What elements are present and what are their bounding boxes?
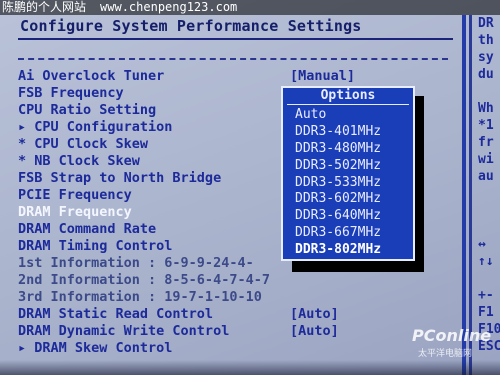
help-text: DR — [478, 16, 494, 31]
options-list: Auto DDR3-401MHz DDR3-480MHz DDR3-502MHz… — [295, 106, 381, 258]
option-ddr3-502mhz[interactable]: DDR3-502MHz — [295, 157, 381, 174]
help-text — [478, 83, 500, 100]
menu-item-fsb-frequency[interactable]: FSB Frequency — [18, 85, 124, 102]
ai-overclock-tuner-value[interactable]: [Manual] — [290, 68, 355, 85]
menu-item-dram-frequency[interactable]: DRAM Frequency — [18, 204, 132, 221]
pconline-logo-subtitle: 太平洋电脑网 — [418, 349, 473, 359]
help-panel: DR th sy du Wh *1 fr wi au ↔ ↑↓ +- F1 F1… — [478, 15, 500, 375]
menu-item-cpu-configuration[interactable]: ▸ CPU Configuration — [18, 119, 172, 136]
help-text: th — [478, 33, 494, 48]
screen-glare — [0, 360, 500, 375]
option-auto[interactable]: Auto — [295, 106, 381, 123]
watermark-url: www.chenpeng123.com — [100, 0, 238, 14]
help-text: *1 — [478, 118, 494, 133]
menu-item-nb-clock-skew[interactable]: * NB Clock Skew — [18, 153, 140, 170]
help-text — [478, 185, 500, 202]
help-text: sy — [478, 50, 494, 65]
option-ddr3-480mhz[interactable]: DDR3-480MHz — [295, 140, 381, 157]
option-ddr3-667mhz[interactable]: DDR3-667MHz — [295, 224, 381, 241]
menu-item-cpu-ratio-setting[interactable]: CPU Ratio Setting — [18, 102, 156, 119]
option-ddr3-602mhz[interactable]: DDR3-602MHz — [295, 190, 381, 207]
key-hint-arrows-ud: ↑↓ — [478, 254, 494, 269]
help-text: fr — [478, 135, 494, 150]
panel-divider — [462, 15, 466, 375]
menu-item-dram-command-rate[interactable]: DRAM Command Rate — [18, 221, 156, 238]
help-text: au — [478, 169, 494, 184]
menu-item-dram-dynamic-write-control[interactable]: DRAM Dynamic Write Control — [18, 323, 229, 340]
option-ddr3-533mhz[interactable]: DDR3-533MHz — [295, 174, 381, 191]
help-text: wi — [478, 152, 494, 167]
help-text: Wh — [478, 101, 494, 116]
info-line-1st: 1st Information : 6-9-9-24-4- — [18, 255, 254, 271]
help-text — [478, 202, 500, 219]
dram-dynamic-write-control-value[interactable]: [Auto] — [290, 323, 339, 340]
pconline-logo: PConline — [412, 326, 492, 345]
menu-item-dram-skew-control[interactable]: ▸ DRAM Skew Control — [18, 340, 172, 357]
menu-item-ai-overclock-tuner[interactable]: Ai Overclock Tuner — [18, 68, 164, 85]
option-ddr3-802mhz[interactable]: DDR3-802MHz — [295, 241, 381, 258]
options-popup: Options Auto DDR3-401MHz DDR3-480MHz DDR… — [281, 86, 415, 261]
key-hint-plus-minus: +- — [478, 288, 494, 303]
watermark-site-name: 陈鹏的个人网站 — [2, 0, 87, 14]
dram-static-read-control-value[interactable]: [Auto] — [290, 306, 339, 323]
info-line-3rd: 3rd Information : 19-7-1-10-10 — [18, 289, 262, 305]
option-ddr3-401mhz[interactable]: DDR3-401MHz — [295, 123, 381, 140]
menu-item-cpu-clock-skew[interactable]: * CPU Clock Skew — [18, 136, 148, 153]
menu-item-fsb-strap[interactable]: FSB Strap to North Bridge — [18, 170, 221, 187]
help-text — [478, 270, 500, 287]
scrollbar[interactable] — [469, 15, 472, 375]
title-divider — [18, 38, 453, 40]
dashed-divider — [18, 58, 448, 60]
help-text — [478, 219, 500, 236]
key-hint-f1: F1 — [478, 305, 494, 320]
option-ddr3-640mhz[interactable]: DDR3-640MHz — [295, 207, 381, 224]
page-title: Configure System Performance Settings — [20, 17, 362, 35]
popup-title: Options — [320, 88, 376, 103]
menu-item-dram-static-read-control[interactable]: DRAM Static Read Control — [18, 306, 213, 323]
bios-screen: 陈鹏的个人网站 www.chenpeng123.com Configure Sys… — [0, 0, 500, 375]
key-hint-arrows-lr: ↔ — [478, 237, 486, 252]
info-line-2nd: 2nd Information : 8-5-6-4-7-4-7 — [18, 272, 270, 288]
menu-item-dram-timing-control[interactable]: DRAM Timing Control — [18, 238, 172, 255]
popup-title-divider — [287, 104, 409, 105]
site-watermark: 陈鹏的个人网站 www.chenpeng123.com — [0, 0, 500, 15]
menu-item-pcie-frequency[interactable]: PCIE Frequency — [18, 187, 132, 204]
help-text: du — [478, 67, 494, 82]
